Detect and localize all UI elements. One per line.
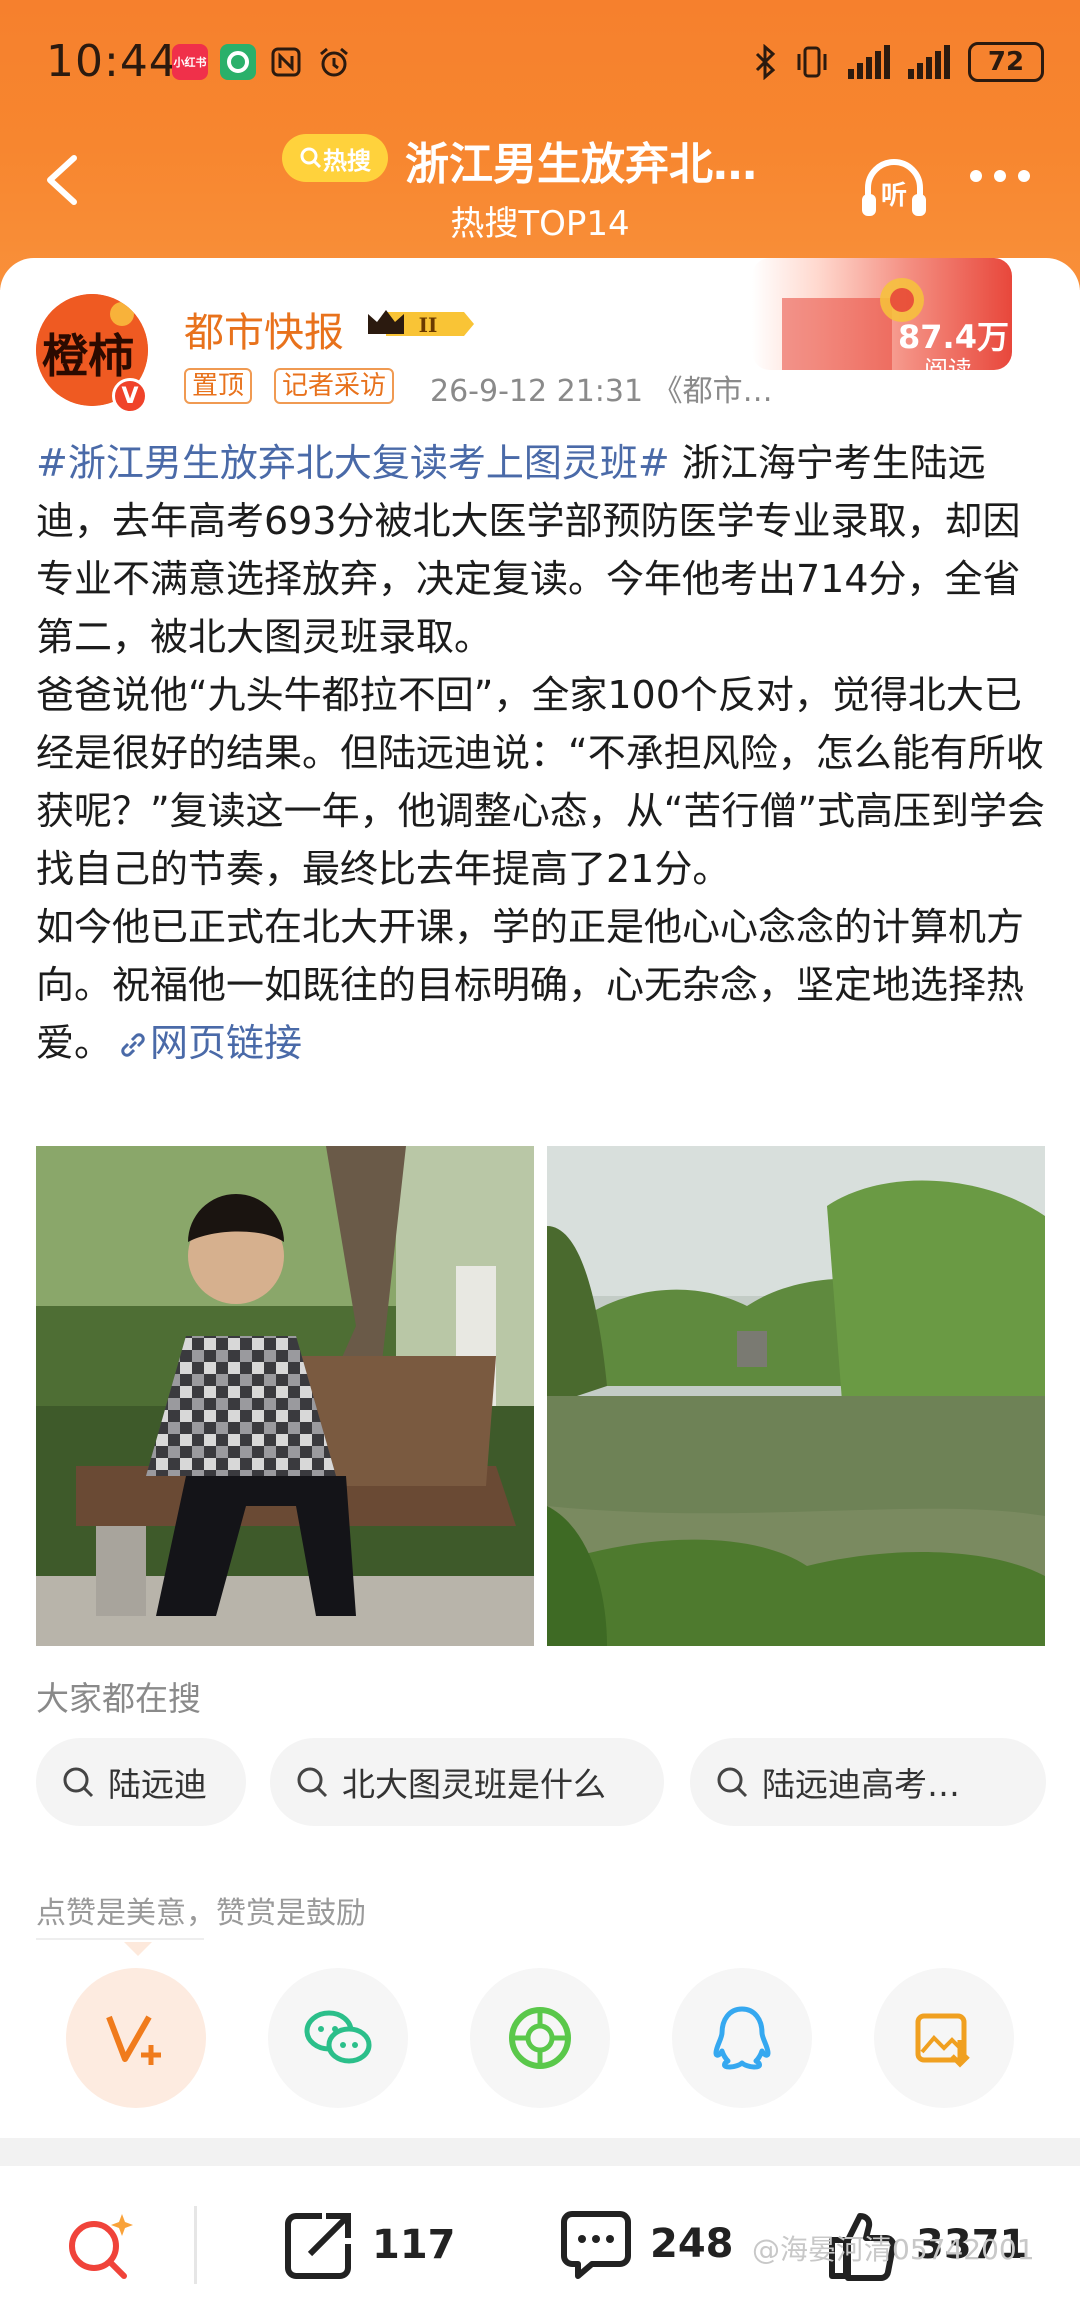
save-image-button[interactable] xyxy=(874,1968,1014,2108)
qq-icon xyxy=(713,2006,771,2070)
search-icon xyxy=(297,1767,328,1798)
hashtag-link[interactable]: #浙江男生放弃北大复读考上图灵班# xyxy=(36,441,670,485)
svg-text:II: II xyxy=(419,313,438,337)
repost-button[interactable]: 117 xyxy=(282,2208,456,2282)
post-meta: 26-9-12 21:31 《都市… xyxy=(430,374,773,409)
search-icon xyxy=(63,1767,94,1798)
reads-label: 阅读 xyxy=(924,356,972,384)
alarm-icon xyxy=(316,44,352,80)
link-icon xyxy=(121,1033,145,1057)
photo-lake xyxy=(547,1146,1045,1646)
pinned-tag: 置顶 xyxy=(184,368,253,404)
status-right-icons: 72 xyxy=(754,42,1044,82)
avatar-text: 橙柿 xyxy=(42,329,134,383)
web-link[interactable]: 网页链接 xyxy=(112,1021,302,1065)
hot-search-button[interactable] xyxy=(62,2208,138,2284)
wechat-icon xyxy=(304,2010,372,2064)
moments-icon xyxy=(509,2007,571,2069)
status-bar: 10:44 小红书 72 xyxy=(0,0,1080,120)
photo-man-on-bench xyxy=(36,1146,534,1646)
search-spark-icon xyxy=(69,2214,133,2279)
battery-indicator: 72 xyxy=(968,42,1044,82)
post-body: #浙江男生放弃北大复读考上图灵班# 浙江海宁考生陆远迪，去年高考693分被北大医… xyxy=(36,434,1046,1072)
nfc-icon xyxy=(268,44,304,80)
vibrate-icon xyxy=(797,46,827,78)
reporter-tag: 记者采访 xyxy=(274,368,395,404)
xiaohongshu-icon: 小红书 xyxy=(172,44,208,80)
comment-button[interactable]: 248 xyxy=(558,2208,734,2280)
more-menu-button[interactable] xyxy=(970,170,1030,182)
signal-icon-2 xyxy=(908,45,950,79)
member-level-badge: II xyxy=(364,304,476,344)
repost-count: 117 xyxy=(372,2222,456,2268)
author-name[interactable]: 都市快报 xyxy=(184,300,344,358)
page-title: 浙江男生放弃北… xyxy=(405,139,757,190)
share-moments-button[interactable] xyxy=(470,1968,610,2108)
signal-icon xyxy=(848,45,890,79)
reward-button[interactable] xyxy=(66,1968,206,2108)
post-paragraph-3: 如今他已正式在北大开课，学的正是他心心念念的计算机方向。祝福他一如既往的目标明确… xyxy=(36,905,1025,1065)
share-wechat-button[interactable] xyxy=(268,1968,408,2108)
post-paragraph-2: 爸爸说他“九头牛都拉不回”，全家100个反对，觉得北大已经是很好的结果。但陆远迪… xyxy=(36,673,1046,891)
popular-searches-heading: 大家都在搜 xyxy=(36,1679,201,1718)
praise-pointer xyxy=(124,1942,152,1956)
divider xyxy=(36,1938,204,1940)
post-card: 87.4万 阅读 橙柿 V 都市快报 II 置顶 记者采访 26-9-12 21… xyxy=(0,258,1080,2138)
share-qq-button[interactable] xyxy=(672,1968,812,2108)
header-bar: 10:44 小红书 72 热搜 浙江男生放弃北… 热搜TOP14 听 xyxy=(0,0,1080,290)
bottom-action-bar: 117 248 3371 @海晏河清05742001 xyxy=(0,2166,1080,2324)
search-chip-3[interactable]: 陆远迪高考… xyxy=(690,1738,1046,1826)
status-notification-icons: 小红书 xyxy=(172,44,352,80)
search-chip-2[interactable]: 北大图灵班是什么 xyxy=(270,1738,664,1826)
repost-icon xyxy=(285,2213,351,2279)
save-image-icon xyxy=(915,2013,970,2068)
crown-icon: II xyxy=(368,310,474,337)
headphones-icon: 听 xyxy=(862,159,926,216)
verified-badge: V xyxy=(112,378,148,414)
hot-badge-label: 热搜 xyxy=(323,146,371,175)
search-chip-1[interactable]: 陆远迪 xyxy=(36,1738,246,1826)
post-image-1[interactable] xyxy=(36,1146,534,1646)
app-notification-icon xyxy=(220,44,256,80)
watermark: @海晏河清05742001 xyxy=(752,2233,1035,2266)
search-icon xyxy=(300,147,322,169)
nav-bar: 热搜 浙江男生放弃北… 热搜TOP14 听 xyxy=(0,120,1080,270)
praise-text: 点赞是美意，赞赏是鼓励 xyxy=(36,1896,366,1931)
hot-search-badge: 热搜 xyxy=(282,134,388,182)
comment-icon xyxy=(561,2211,631,2279)
status-time: 10:44 xyxy=(46,36,178,87)
svg-text:听: 听 xyxy=(881,181,907,211)
search-icon xyxy=(717,1767,748,1798)
comment-count: 248 xyxy=(650,2221,734,2267)
section-divider xyxy=(0,2138,1080,2166)
post-image-2[interactable] xyxy=(547,1146,1045,1646)
listen-button[interactable]: 听 xyxy=(856,150,932,226)
divider xyxy=(194,2206,197,2284)
bluetooth-icon xyxy=(755,44,776,80)
post-paragraph-1: #浙江男生放弃北大复读考上图灵班# 浙江海宁考生陆远迪，去年高考693分被北大医… xyxy=(36,441,1021,659)
reward-v-icon xyxy=(106,2015,161,2065)
